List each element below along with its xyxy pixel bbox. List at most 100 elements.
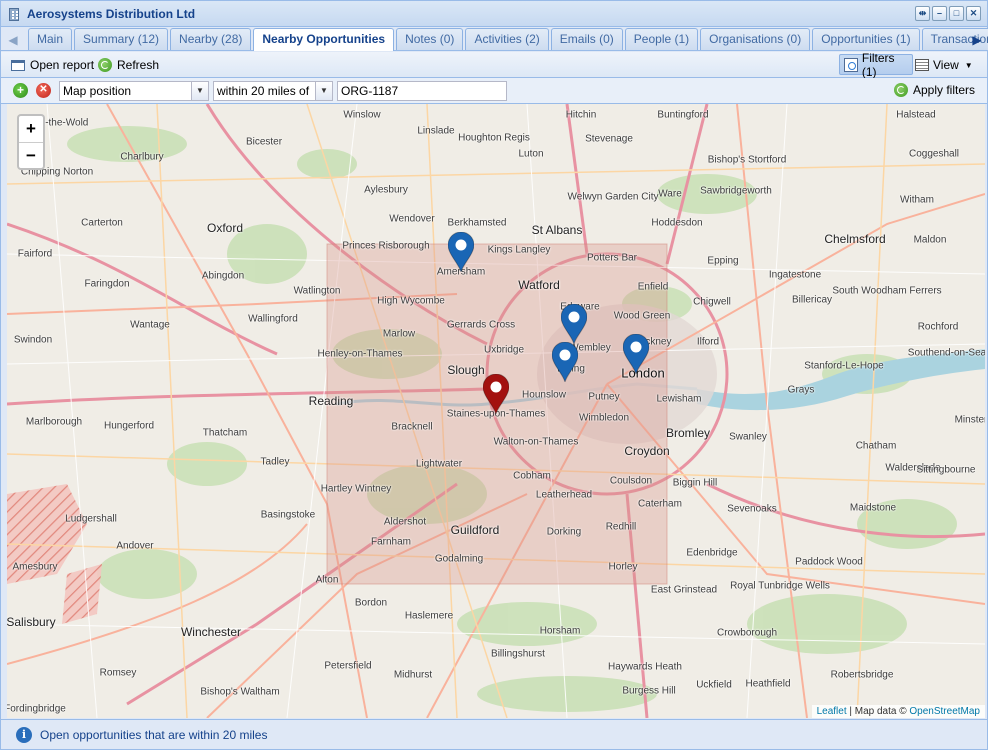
place-label: Romsey [99,667,137,679]
place-label: Godalming [434,553,484,565]
leaflet-link[interactable]: Leaflet [817,706,847,717]
report-icon [11,59,25,71]
apply-icon [893,83,908,97]
place-label: Winchester [180,625,242,639]
close-icon[interactable]: ✕ [966,6,981,21]
place-label: Chatham [855,440,897,452]
tab-emails[interactable]: Emails (0) [550,28,623,50]
place-label: St Albans [531,223,583,237]
place-label: Hoddesdon [651,217,703,229]
minimize-icon[interactable]: – [932,6,947,21]
place-label: Petersfield [324,660,372,672]
building-icon [7,6,21,22]
tab-summary[interactable]: Summary (12) [74,28,169,50]
opportunity-marker-icon[interactable] [448,232,474,272]
refresh-label: Refresh [117,58,160,72]
tab-people[interactable]: People (1) [624,28,699,50]
chevron-down-icon[interactable]: ▼ [191,82,208,100]
opportunity-marker-icon[interactable] [552,342,578,382]
title-bar: Aerosystems Distribution Ltd ⇹ – □ ✕ [1,1,987,27]
place-label: Paddock Wood [795,556,863,568]
view-label: View [933,58,959,72]
tab-nearby-opportunities[interactable]: Nearby Opportunities [253,28,395,51]
view-button[interactable]: View ▼ [915,56,973,74]
openstreetmap-link[interactable]: OpenStreetMap [909,706,980,717]
tab-notes[interactable]: Notes (0) [396,28,464,50]
maximize-icon[interactable]: □ [949,6,964,21]
add-filter-button[interactable]: + [13,83,28,98]
place-label: Witham [900,194,934,206]
chevron-down-icon[interactable]: ▼ [315,82,332,100]
place-label: Wood Green [613,310,671,322]
open-report-button[interactable]: Open report [11,56,94,74]
remove-filter-button[interactable]: ✕ [36,83,51,98]
place-label: Putney [588,391,620,403]
apply-filters-button[interactable]: Apply filters [893,83,975,97]
tab-nearby[interactable]: Nearby (28) [170,28,252,50]
place-label: Marlow [382,328,416,340]
tab-strip: ◀ Main Summary (12) Nearby (28) Nearby O… [1,27,988,51]
tab-main[interactable]: Main [28,28,73,50]
place-label: Guildford [450,523,500,537]
place-label: Horley [608,561,638,573]
place-label: South Woodham Ferrers [832,285,942,297]
place-label: Reading [308,394,354,408]
place-label: Hartley Wintney [320,483,392,495]
place-label: Uckfield [696,679,732,691]
place-label: Kings Langley [487,244,551,256]
place-label: Gerrards Cross [446,319,516,331]
place-label: Ilford [696,336,720,348]
place-label: Ware [658,188,682,200]
tab-opportunities[interactable]: Opportunities (1) [812,28,920,50]
map[interactable]: Aston-the-Wold Winslow Hitchin Buntingford H… [7,104,985,718]
tab-organisations[interactable]: Organisations (0) [700,28,811,50]
place-label: Burgess Hill [622,685,676,697]
table-icon [915,59,929,71]
place-label: Billericay [791,294,833,306]
place-label: Stanford-Le-Hope [804,360,884,372]
pin-icon[interactable]: ⇹ [915,6,930,21]
place-label: Sittingbourne [916,464,976,476]
toolbar: Open report Refresh Filters (1) View ▼ [1,51,987,79]
place-label: Walton-on-Thames [493,436,579,448]
place-label: Amesbury [12,561,58,573]
place-label: Luton [518,148,544,160]
place-label: Marlborough [25,416,83,428]
tab-activities[interactable]: Activities (2) [465,28,549,50]
place-label: Alton [315,574,339,586]
zoom-in-button[interactable]: + [19,116,43,142]
place-label: Bishop's Stortford [707,154,787,166]
filter-operator-select[interactable]: within 20 miles of ▼ [213,81,333,101]
place-label: Stevenage [585,133,633,145]
tab-scroll-right-icon[interactable]: ▶ [969,30,985,50]
place-label: East Grinstead [650,584,718,596]
filter-bar: + ✕ Map position ▼ within 20 miles of ▼ … [1,78,987,104]
filter-value-input[interactable]: ORG-1187 [337,81,507,101]
filter-operator-value: within 20 miles of [217,84,310,98]
zoom-out-button[interactable]: − [19,142,43,168]
place-label: Horsham [539,625,581,637]
place-label: Tadley [260,456,290,468]
place-label: Ingatestone [768,269,822,281]
refresh-button[interactable]: Refresh [98,56,159,74]
attribution-text: | Map data © [849,706,907,717]
info-icon: i [16,726,32,743]
place-label: Fairford [17,248,53,260]
place-label: Maldon [913,234,947,246]
place-label: Edenbridge [686,547,738,559]
organisation-marker-icon[interactable] [483,374,509,414]
opportunity-marker-icon[interactable] [561,304,587,344]
open-report-label: Open report [30,58,95,72]
refresh-icon [98,58,112,72]
place-label: Bracknell [391,421,433,433]
place-label: Bromley [665,426,711,440]
opportunity-marker-icon[interactable] [623,334,649,374]
place-label: Basingstoke [260,509,316,521]
filter-field-select[interactable]: Map position ▼ [59,81,209,101]
place-label: Dorking [546,526,582,538]
window-title: Aerosystems Distribution Ltd [27,6,196,21]
place-label: Winslow [343,109,381,121]
place-label: Crowborough [716,627,778,639]
tab-scroll-left-icon[interactable]: ◀ [5,30,21,50]
filters-button[interactable]: Filters (1) [839,51,913,79]
